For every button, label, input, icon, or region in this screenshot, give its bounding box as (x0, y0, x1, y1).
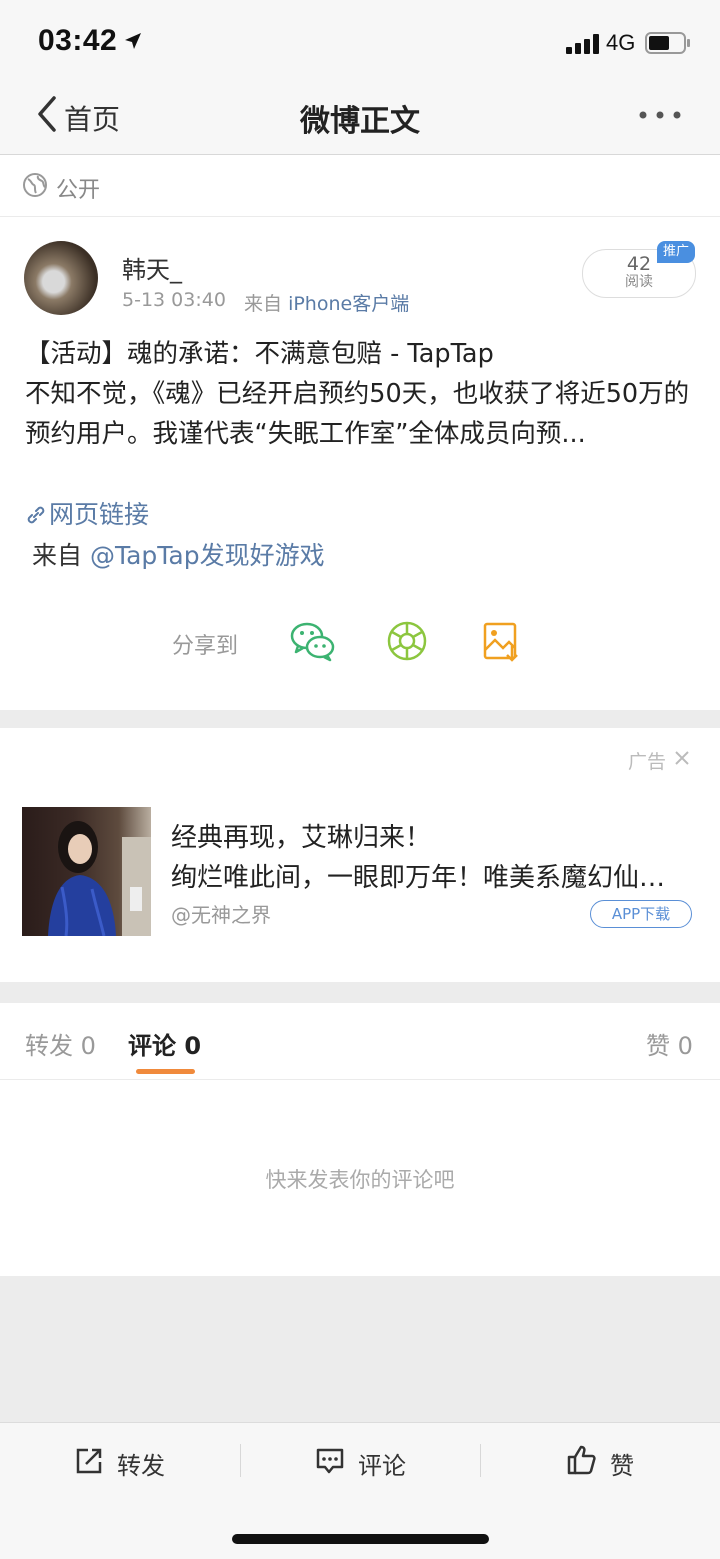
post-from: 来自 @TapTap发现好游戏 (32, 536, 325, 572)
ad-advertiser[interactable]: @无神之界 (171, 899, 271, 928)
like-icon[interactable] (566, 1444, 596, 1476)
post-from-prefix: 来自 (32, 541, 83, 570)
share-label: 分享到 (172, 634, 239, 659)
link-icon (27, 506, 45, 524)
visibility-label: 公开 (56, 178, 101, 203)
album-icon[interactable] (483, 622, 521, 662)
wechat-icon[interactable] (290, 620, 336, 662)
web-link[interactable]: 网页链接 (25, 495, 149, 531)
promo-tag: 推广 (657, 241, 695, 263)
avatar[interactable] (24, 241, 98, 315)
globe-icon (23, 173, 47, 197)
toolbar-separator (480, 1444, 481, 1477)
tab-comment[interactable]: 评论 0 (128, 1026, 201, 1061)
toolbar-separator (240, 1444, 241, 1477)
location-arrow-icon (125, 33, 141, 49)
ad-image[interactable] (22, 807, 151, 936)
ad-description[interactable]: 绚烂唯此间，一眼即万年！唯美系魔幻仙侠手游 (171, 857, 681, 894)
more-icon[interactable] (638, 110, 682, 120)
active-tab-indicator (136, 1069, 195, 1074)
comment-icon[interactable] (315, 1447, 345, 1475)
like-button[interactable]: 赞 (610, 1446, 634, 1481)
post-username[interactable]: 韩天_ (122, 250, 182, 285)
ad-label: 广告 (628, 751, 667, 773)
signal-icon (566, 34, 599, 54)
repost-button[interactable]: 转发 (117, 1446, 165, 1481)
visibility-row (0, 155, 720, 217)
read-label: 阅读 (625, 274, 653, 290)
network-type: 4G (606, 30, 636, 55)
interaction-tabs (0, 1003, 720, 1276)
web-link-label[interactable]: 网页链接 (49, 500, 149, 529)
status-time: 03:42 (38, 24, 118, 57)
home-indicator (232, 1534, 489, 1544)
post-source: 来自 iPhone客户端 (244, 289, 409, 316)
comments-empty-hint: 快来发表你的评论吧 (265, 1168, 455, 1192)
battery-icon (645, 32, 690, 54)
divider (0, 1079, 720, 1080)
page-title: 微博正文 (300, 104, 420, 139)
post-from-mention[interactable]: @TapTap发现好游戏 (90, 541, 325, 570)
post-text: 【活动】魂的承诺：不满意包赔 - TapTap 不知不觉，《魂》已经开启预约50… (25, 339, 690, 449)
post-source-app[interactable]: iPhone客户端 (288, 293, 409, 315)
ad-title[interactable]: 经典再现，艾琳归来！ (171, 817, 431, 854)
repost-icon[interactable] (74, 1446, 104, 1476)
tab-like[interactable]: 赞 0 (646, 1026, 693, 1061)
post-source-prefix: 来自 (244, 293, 283, 315)
tab-repost[interactable]: 转发 0 (25, 1026, 96, 1061)
comment-button[interactable]: 评论 (358, 1446, 406, 1481)
ad-image-figure (48, 821, 151, 936)
close-icon[interactable] (674, 750, 690, 766)
post-time: 5-13 03:40 (122, 289, 226, 311)
moments-icon[interactable] (386, 620, 428, 662)
app-download-button[interactable]: APP下载 (590, 900, 692, 928)
